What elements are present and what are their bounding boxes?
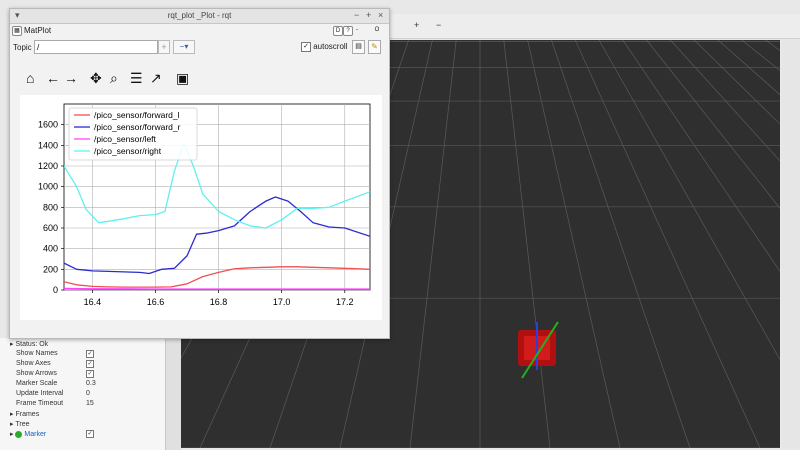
- pan-icon[interactable]: ✥: [90, 69, 102, 87]
- legend-label: /pico_sensor/right: [94, 146, 162, 156]
- display-row-value[interactable]: 0.3: [86, 380, 96, 387]
- dock-d-button[interactable]: D: [333, 26, 343, 36]
- edit-axis-icon[interactable]: ↗: [150, 69, 162, 87]
- y-tick-label: 1600: [38, 120, 58, 130]
- remove-topic-button[interactable]: −▾: [173, 40, 195, 54]
- legend-label: /pico_sensor/left: [94, 134, 157, 144]
- display-row-value[interactable]: 15: [86, 400, 94, 407]
- y-tick-label: 600: [43, 223, 58, 233]
- forward-arrow-icon[interactable]: →: [64, 69, 78, 87]
- close-icon[interactable]: ×: [378, 10, 383, 20]
- display-row-label: Tree: [15, 421, 30, 428]
- add-topic-button[interactable]: +: [158, 40, 170, 54]
- dock-title: MatPlot: [24, 26, 52, 35]
- display-row[interactable]: Show Axes ✓: [16, 360, 94, 370]
- rviz-remove-view-button[interactable]: −: [436, 20, 441, 30]
- dock-close-button[interactable]: O: [373, 26, 381, 34]
- display-row[interactable]: Show Names ✓: [16, 350, 94, 360]
- x-tick-label: 17.2: [336, 297, 354, 307]
- pause-button[interactable]: ▤: [352, 40, 365, 54]
- display-row[interactable]: Marker Scale 0.3: [16, 380, 96, 390]
- y-tick-label: 1200: [38, 161, 58, 171]
- home-icon[interactable]: ⌂: [26, 69, 34, 87]
- display-row-label: Marker: [24, 431, 47, 438]
- rviz-toolbar: + −: [380, 14, 800, 39]
- rviz-scrollbar[interactable]: [782, 40, 800, 448]
- display-row-checkbox[interactable]: ✓: [86, 360, 94, 368]
- display-row-label: Status: Ok: [15, 341, 49, 348]
- display-row-checkbox[interactable]: ✓: [86, 430, 94, 438]
- save-icon[interactable]: ▣: [176, 69, 189, 87]
- display-row[interactable]: Show Arrows ✓: [16, 370, 94, 380]
- back-arrow-icon[interactable]: ←: [46, 69, 60, 87]
- display-row-label: Show Names: [16, 350, 58, 357]
- autoscroll-checkbox[interactable]: ✓ autoscroll: [301, 42, 347, 52]
- legend-label: /pico_sensor/forward_l: [94, 110, 180, 120]
- plot-canvas[interactable]: 0 200 400 600 800 1000 1200 1400 1600 16.4 16.6 16.…: [20, 95, 382, 320]
- plus-icon: +: [161, 42, 167, 52]
- displays-panel: ▸ Status: Ok Show Names ✓ Show Axes ✓ Show Ar…: [0, 338, 165, 450]
- window-titlebar[interactable]: ▾ rqt_plot _Plot - rqt − + ×: [10, 9, 389, 24]
- dock-minimize-button[interactable]: -: [353, 26, 361, 34]
- robot-marker[interactable]: [518, 321, 559, 379]
- help-icon[interactable]: ?: [343, 26, 353, 36]
- topic-input[interactable]: [34, 40, 158, 54]
- minimize-icon[interactable]: −: [354, 10, 359, 20]
- legend: /pico_sensor/forward_l/pico_sensor/forwa…: [68, 107, 198, 161]
- series-line-3: [64, 287, 370, 290]
- display-row[interactable]: ▸ Marker ✓: [10, 430, 94, 440]
- x-tick-label: 16.6: [147, 297, 165, 307]
- display-row-label: Frames: [15, 411, 40, 418]
- display-row[interactable]: ▸ Tree: [10, 420, 29, 430]
- legend-label: /pico_sensor/forward_r: [94, 122, 181, 132]
- display-row-value[interactable]: 0: [86, 390, 90, 397]
- rqt-plot-window: ▾ rqt_plot _Plot - rqt − + × ▦ MatPlot D…: [9, 8, 390, 339]
- display-row[interactable]: ▸ Frames: [10, 410, 39, 420]
- y-tick-label: 200: [43, 264, 58, 274]
- y-tick-label: 1000: [38, 182, 58, 192]
- display-row-label: Show Arrows: [16, 370, 57, 377]
- topic-row: Topic + −▾ ✓ autoscroll ▤ ✎: [10, 39, 389, 57]
- autoscroll-label: autoscroll: [313, 42, 348, 52]
- display-row-checkbox[interactable]: ✓: [86, 350, 94, 358]
- clear-button[interactable]: ✎: [368, 40, 381, 54]
- pause-icon: ▤: [355, 43, 362, 50]
- rviz-add-view-button[interactable]: +: [414, 20, 419, 30]
- display-row-label: Marker Scale: [16, 380, 58, 387]
- topic-label: Topic: [13, 43, 32, 52]
- checkbox-check-icon: ✓: [301, 42, 311, 52]
- maximize-icon[interactable]: +: [366, 10, 371, 20]
- configure-subplots-icon[interactable]: ☰: [130, 69, 143, 87]
- minus-dropdown-icon: −▾: [179, 42, 189, 51]
- line-chart: 0 200 400 600 800 1000 1200 1400 1600 16.4 16.6 16.…: [38, 103, 371, 307]
- display-row-label: Frame Timeout: [16, 400, 64, 407]
- y-tick-label: 1400: [38, 140, 58, 150]
- display-row[interactable]: ▸ Status: Ok: [10, 340, 48, 350]
- clear-brush-icon: ✎: [371, 42, 378, 51]
- window-title: rqt_plot _Plot - rqt: [167, 11, 232, 20]
- x-tick-label: 17.0: [273, 297, 291, 307]
- display-row-label: Update Interval: [16, 390, 64, 397]
- x-tick-label: 16.8: [210, 297, 228, 307]
- y-tick-label: 800: [43, 202, 58, 212]
- y-tick-label: 0: [53, 285, 58, 295]
- display-row[interactable]: Update Interval 0: [16, 390, 90, 400]
- zoom-icon[interactable]: ⌕: [110, 69, 118, 87]
- marker-status-icon: [15, 430, 23, 438]
- panel-splitter[interactable]: [165, 338, 181, 450]
- x-tick-label: 16.4: [84, 297, 102, 307]
- plot-dock-icon: ▦: [12, 26, 22, 36]
- y-tick-label: 400: [43, 244, 58, 254]
- display-row[interactable]: Frame Timeout 15: [16, 400, 94, 410]
- display-row-label: Show Axes: [16, 360, 51, 367]
- dock-header: ▦ MatPlot D ? - O: [10, 24, 389, 38]
- display-row-checkbox[interactable]: ✓: [86, 370, 94, 378]
